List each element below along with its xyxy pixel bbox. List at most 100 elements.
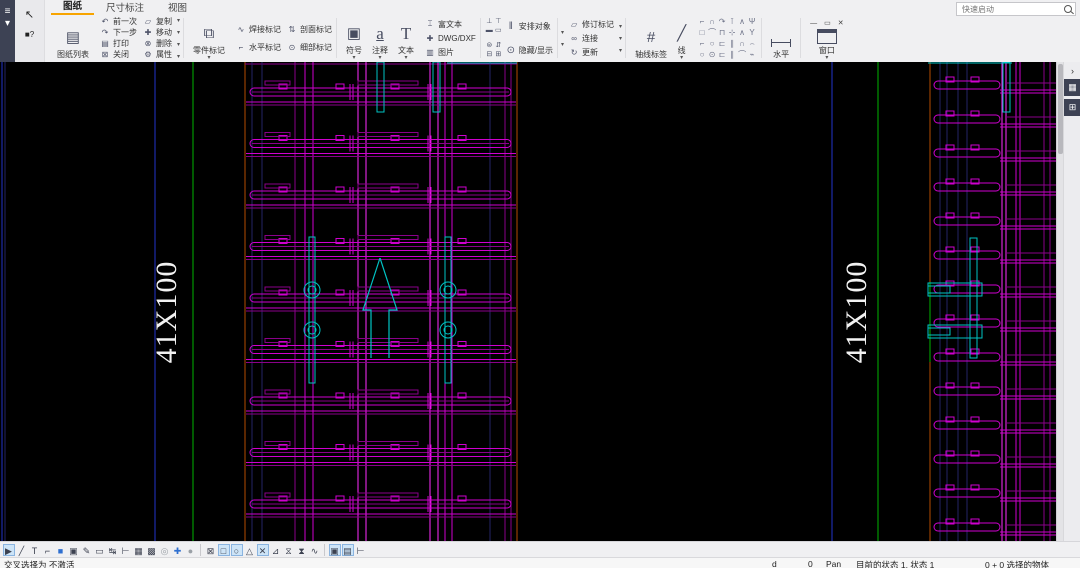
weld-mark-button[interactable]: ∿焊接标记 <box>236 24 281 34</box>
dropdown-arrow-icon[interactable]: ▾ <box>680 56 683 60</box>
print-button[interactable]: ▤打印 <box>100 39 137 49</box>
mark-tool-icon[interactable]: ⌐ <box>42 544 54 556</box>
dropdown-arrow-icon[interactable]: ▾ <box>177 41 180 48</box>
sketch-tool-icon[interactable]: ∥ <box>727 38 737 49</box>
snap-points-icon[interactable]: ⊠ <box>205 544 217 556</box>
sketch-tool-icon[interactable]: ∩ <box>737 38 747 49</box>
grid-snap-toggle-icon[interactable]: ▤ <box>342 544 354 556</box>
drawing-canvas[interactable]: 41X100 41X100 <box>0 62 1056 541</box>
sketch-tool-icon[interactable]: ⊏ <box>717 49 727 60</box>
axis-label-button[interactable]: # 轴线标签 <box>630 16 672 60</box>
grid-icon[interactable]: ▦ <box>133 544 145 556</box>
horizontal-dimension-button[interactable]: 水平 <box>766 16 796 60</box>
select-help-icon[interactable]: ■? <box>25 30 34 40</box>
sketch-tool-icon[interactable]: ↷ <box>717 16 727 27</box>
sketch-tool-icon[interactable]: ⊹ <box>727 27 737 38</box>
tab-drawing[interactable]: 图纸 <box>51 0 94 15</box>
dropdown-arrow-icon[interactable]: ▾ <box>405 56 408 60</box>
pointer-cursor-icon[interactable]: ↖ <box>25 10 34 20</box>
link-button[interactable]: ∞连接 <box>569 33 614 43</box>
dropdown-arrow-icon[interactable]: ▾ <box>825 56 828 60</box>
level-mark-button[interactable]: ⌐水平标记 <box>236 42 281 52</box>
previous-button[interactable]: ↶前一次 <box>100 17 137 27</box>
snap-perpendicular-icon[interactable]: ⊿ <box>270 544 282 556</box>
sketch-tool-icon[interactable]: ⊙ <box>707 49 717 60</box>
sketch-tool-icon[interactable]: ⌢ <box>747 38 757 49</box>
snap-endpoint-icon[interactable]: □ <box>218 544 230 556</box>
component-view-button[interactable]: ⊞ <box>1064 99 1080 116</box>
sketch-tool-icon[interactable]: ○ <box>707 38 717 49</box>
sketch-tool-icon[interactable]: ∧ <box>737 16 747 27</box>
sketch-tool-icon[interactable]: ⌐ <box>697 16 707 27</box>
move-button[interactable]: ✚移动 <box>143 28 172 38</box>
dropdown-arrow-icon[interactable]: ▾ <box>619 23 622 30</box>
fit-width-icon[interactable]: ↹ <box>107 544 119 556</box>
hide-show-button[interactable]: ⊜⇵⊟⊞⊙隐藏/显示 <box>485 41 553 59</box>
update-button[interactable]: ↻更新 <box>569 47 614 57</box>
rectangle-tool-icon[interactable]: ▭ <box>94 544 106 556</box>
tab-dimension[interactable]: 尺寸标注 <box>94 0 156 15</box>
snap-nearest-icon[interactable]: ⧗ <box>296 544 308 556</box>
dropdown-arrow-icon[interactable]: ▾ <box>619 35 622 42</box>
dropdown-arrow-icon[interactable]: ▾ <box>177 53 180 60</box>
search-input[interactable] <box>960 4 1064 15</box>
revision-mark-button[interactable]: ▱修订标记 <box>569 19 614 29</box>
freehand-tool-icon[interactable]: ✎ <box>81 544 93 556</box>
drawing-list-button[interactable]: ▤ 图纸列表 <box>52 16 94 60</box>
snap-intersection-icon[interactable]: ✕ <box>257 544 269 556</box>
color-swatch-icon[interactable]: ■ <box>55 544 67 556</box>
dropdown-arrow-icon[interactable]: ▾ <box>619 47 622 54</box>
arrange-objects-button[interactable]: ⊥⊤▬▭‖安排对象 <box>485 17 553 35</box>
sketch-tool-icon[interactable]: □ <box>697 27 707 38</box>
image-button[interactable]: ▥图片 <box>425 47 476 57</box>
app-menu-button[interactable]: ≡ ▾ <box>0 0 15 62</box>
next-button[interactable]: ↷下一步 <box>100 28 137 38</box>
sketch-tool-icon[interactable]: ⌁ <box>747 49 757 60</box>
dimension-tool-icon[interactable]: ⊢ <box>120 544 132 556</box>
sketch-tool-icon[interactable]: ⊺ <box>727 16 737 27</box>
select-tool-icon[interactable]: ▶ <box>3 544 15 556</box>
sketch-tool-icon[interactable]: ⌐ <box>697 38 707 49</box>
applications-components-button[interactable]: ▦ <box>1064 79 1080 96</box>
point-tool-icon[interactable]: ▣ <box>68 544 80 556</box>
reference-snap-icon[interactable]: ⊢ <box>355 544 367 556</box>
side-pane-collapse-button[interactable]: › <box>1071 66 1074 76</box>
line-button[interactable]: ╱ 线 ▾ <box>672 16 691 60</box>
note-button[interactable]: a 注释 ▾ <box>367 16 393 60</box>
sketch-tool-icon[interactable]: ⌒ <box>737 49 747 60</box>
dropdown-arrow-icon[interactable]: ▾ <box>561 41 564 48</box>
sketch-tool-icon[interactable]: ∥ <box>727 49 737 60</box>
rich-text-button[interactable]: ⌶富文本 <box>425 19 476 29</box>
restore-icon[interactable]: ▭ <box>824 20 831 27</box>
sketch-tool-icon[interactable]: ∧ <box>737 27 747 38</box>
dwg-dxf-button[interactable]: ✚DWG/DXF <box>425 33 476 43</box>
part-mark-button[interactable]: ⧉ 零件标记 ▾ <box>188 16 230 60</box>
close-icon[interactable]: ✕ <box>838 20 844 27</box>
sketch-tool-icon[interactable]: ∩ <box>707 16 717 27</box>
quick-launch-search[interactable] <box>956 2 1076 16</box>
close-drawing-button[interactable]: ⊠关闭 <box>100 50 137 60</box>
snap-extension-icon[interactable]: ⧖ <box>283 544 295 556</box>
dropdown-arrow-icon[interactable]: ▾ <box>177 29 180 36</box>
detail-mark-button[interactable]: ⊙细部标记 <box>287 42 332 52</box>
minimize-icon[interactable]: — <box>810 20 817 27</box>
properties-button[interactable]: ⚙属性 <box>143 50 172 60</box>
text-tool-icon[interactable]: T <box>29 544 41 556</box>
zoom-icon[interactable]: ◎ <box>159 544 171 556</box>
sphere-icon[interactable]: ● <box>185 544 197 556</box>
window-button[interactable]: — ▭ ✕ 窗口 ▾ <box>805 16 849 60</box>
ortho-snap-icon[interactable]: ▣ <box>329 544 341 556</box>
sketch-tool-icon[interactable]: ⊏ <box>717 38 727 49</box>
section-mark-button[interactable]: ⇅剖面标记 <box>287 24 332 34</box>
snap-any-icon[interactable]: ∿ <box>309 544 321 556</box>
text-button[interactable]: T 文本 ▾ <box>393 16 419 60</box>
snap-midpoint-icon[interactable]: △ <box>244 544 256 556</box>
symbol-button[interactable]: ▣ 符号 ▾ <box>341 16 367 60</box>
copy-button[interactable]: ▱复制 <box>143 17 172 27</box>
dropdown-arrow-icon[interactable]: ▾ <box>177 17 180 24</box>
dropdown-arrow-icon[interactable]: ▾ <box>379 56 382 60</box>
dropdown-arrow-icon[interactable]: ▾ <box>208 56 211 60</box>
tab-view[interactable]: 视图 <box>156 0 199 15</box>
sketch-tool-icon[interactable]: ○ <box>697 49 707 60</box>
line-tool-icon[interactable]: ╱ <box>16 544 28 556</box>
